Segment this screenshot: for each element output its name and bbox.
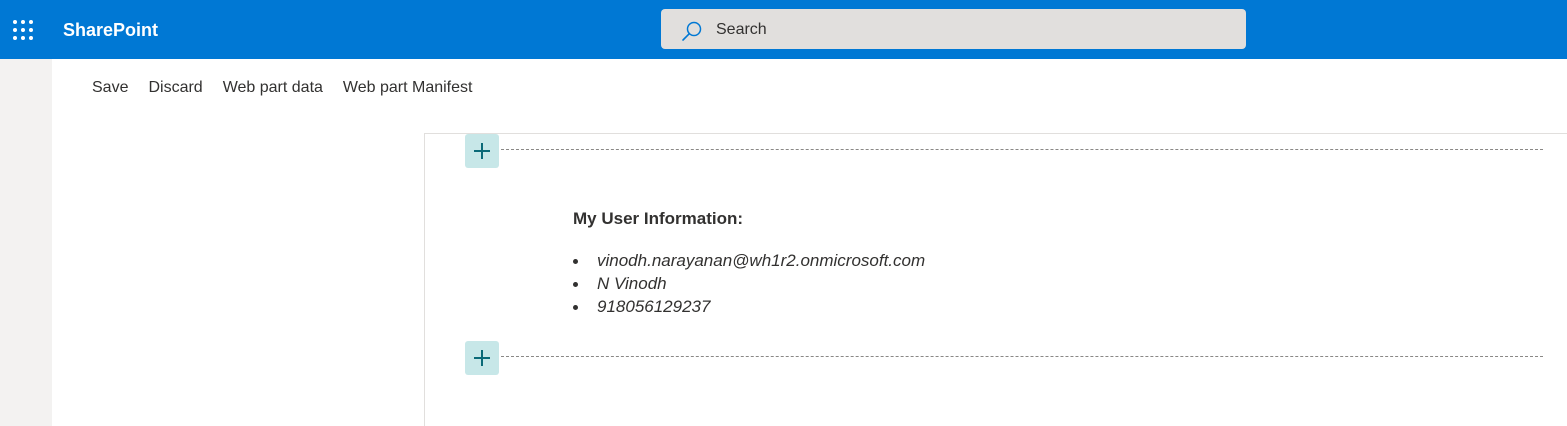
save-button[interactable]: Save — [92, 77, 128, 99]
list-item: vinodh.narayanan@wh1r2.onmicrosoft.com — [573, 249, 925, 272]
add-section-row-top — [465, 134, 1543, 168]
user-info-webpart: My User Information: vinodh.narayanan@wh… — [573, 208, 925, 318]
section-divider — [501, 356, 1543, 357]
add-section-button-top[interactable] — [465, 134, 499, 168]
bullet-icon — [573, 305, 578, 310]
command-bar: Save Discard Web part data Web part Mani… — [92, 76, 492, 100]
bullet-icon — [573, 282, 578, 287]
user-display-name: N Vinodh — [597, 274, 667, 293]
suite-header: SharePoint Search — [0, 0, 1567, 59]
list-item: 918056129237 — [573, 295, 925, 318]
waffle-icon — [13, 19, 33, 40]
search-placeholder[interactable]: Search — [716, 20, 767, 40]
bullet-icon — [573, 259, 578, 264]
add-section-button-bottom[interactable] — [465, 341, 499, 375]
discard-button[interactable]: Discard — [148, 77, 202, 99]
user-email: vinodh.narayanan@wh1r2.onmicrosoft.com — [597, 251, 926, 270]
search-icon — [682, 21, 702, 41]
add-section-row-bottom — [465, 341, 1543, 375]
left-rail — [0, 59, 52, 426]
page-canvas: My User Information: vinodh.narayanan@wh… — [424, 133, 1567, 426]
search-box[interactable]: Search — [661, 9, 1246, 49]
user-phone: 918056129237 — [597, 297, 711, 316]
app-launcher-button[interactable] — [0, 0, 46, 59]
app-title[interactable]: SharePoint — [63, 19, 158, 41]
web-part-manifest-button[interactable]: Web part Manifest — [343, 77, 473, 99]
section-divider — [501, 149, 1543, 150]
list-item: N Vinodh — [573, 272, 925, 295]
webpart-heading: My User Information: — [573, 209, 744, 228]
user-info-list: vinodh.narayanan@wh1r2.onmicrosoft.com N… — [573, 249, 925, 318]
web-part-data-button[interactable]: Web part data — [223, 77, 323, 99]
